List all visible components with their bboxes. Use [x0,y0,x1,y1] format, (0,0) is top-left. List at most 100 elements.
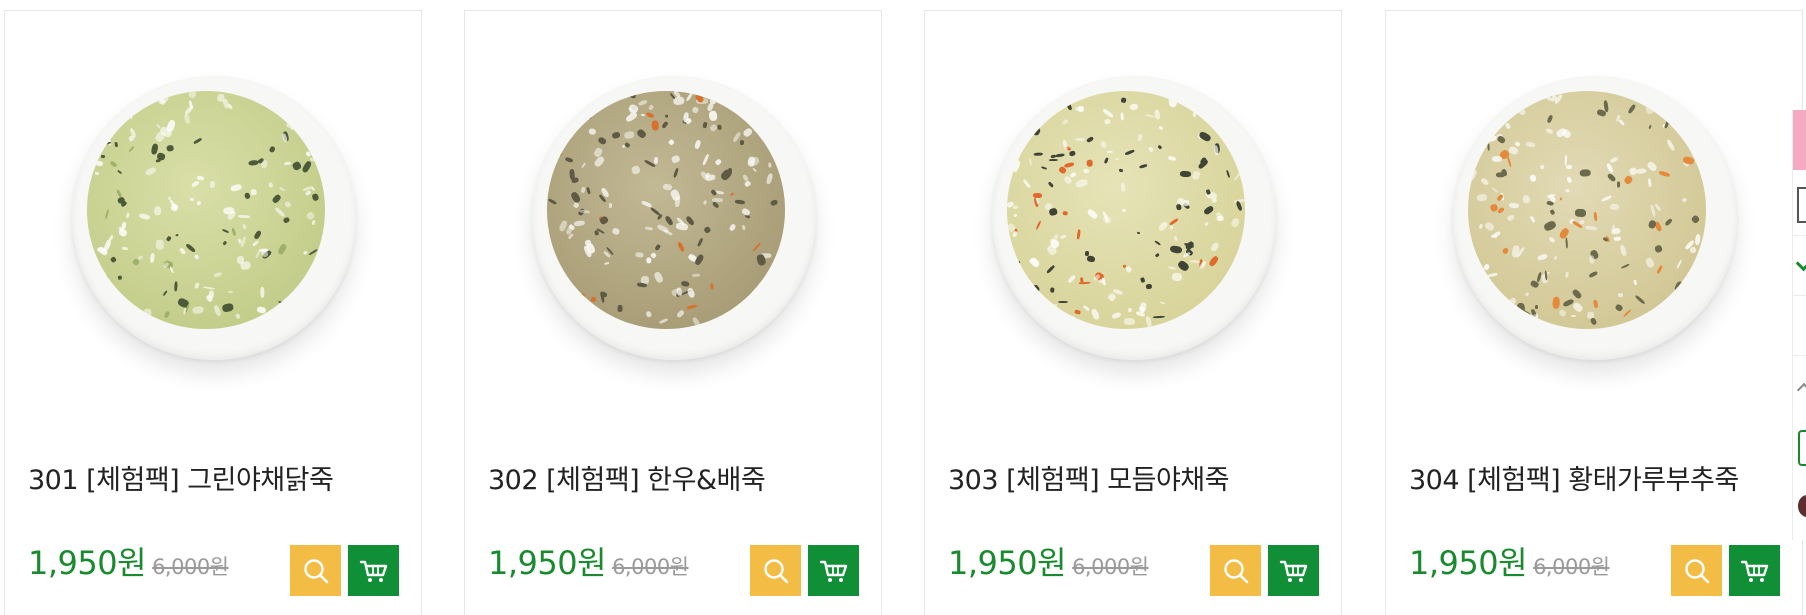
porridge-grain [148,252,155,264]
porridge-grain [1074,138,1086,142]
porridge-grain [1614,303,1624,313]
product-image[interactable] [524,68,824,368]
porridge-grain [739,139,744,146]
porridge-grain [1664,120,1670,129]
porridge-grain [598,215,610,226]
quick-menu-green-icon[interactable] [1798,430,1806,466]
magnifier-icon [303,558,328,583]
add-to-cart-button[interactable] [1268,545,1319,596]
porridge-grain [1189,259,1200,264]
porridge-grain [658,318,668,325]
quick-menu-round-icon[interactable] [1798,495,1806,517]
cart-icon [1740,560,1768,582]
porridge-grain [228,290,234,294]
view-button[interactable] [1671,545,1722,596]
porridge-grain [1103,117,1112,125]
porridge-grain [1621,263,1631,270]
porridge-grain [1118,168,1125,173]
porridge-grain [1536,253,1549,262]
porridge-grain [1076,229,1081,240]
chevron-up-icon[interactable] [1796,382,1806,398]
porridge-grain [1120,97,1127,104]
product-card[interactable]: 303 [체험팩] 모듬야채죽 1,950원 6,000원 [924,10,1342,615]
porridge-grain [1048,158,1058,161]
porridge-grain [741,225,747,232]
porridge-grain [1654,203,1662,212]
product-card[interactable]: 301 [체험팩] 그린야채닭죽 1,950원 6,000원 [4,10,422,615]
product-image[interactable] [64,68,364,368]
porridge-grain [1588,256,1595,265]
porridge-grain [1655,265,1663,275]
porridge-grain [645,226,654,232]
porridge-grain [704,174,717,182]
quick-menu-top-tab[interactable] [1793,110,1806,170]
porridge-grain [1168,95,1177,108]
product-name[interactable]: 302 [체험팩] 한우&배죽 [488,458,766,497]
porridge-grain [1226,169,1231,179]
product-card[interactable]: 302 [체험팩] 한우&배죽 1,950원 6,000원 [464,10,882,615]
porridge-grain [162,289,169,296]
porridge-grain [1619,244,1627,257]
porridge-grain [558,318,569,326]
porridge-grain [234,313,241,320]
porridge-grain [1534,305,1538,310]
porridge-grain [1079,281,1091,284]
porridge-grain [194,282,201,290]
porridge-grain [1169,245,1183,255]
porridge-grain [1061,118,1070,126]
cart-icon [1279,560,1307,582]
quick-menu-icon-box[interactable] [1797,187,1806,223]
view-button[interactable] [1210,545,1261,596]
product-image[interactable] [1445,68,1745,368]
porridge-grain [1179,170,1191,177]
porridge-grain [1609,156,1619,164]
product-name[interactable]: 304 [체험팩] 황태가루부추죽 [1409,458,1739,497]
porridge-grain [311,219,316,226]
magnifier-icon [1223,558,1248,583]
porridge-grain [1147,146,1155,153]
porridge-grain [91,116,98,120]
porridge-grain [1476,298,1484,308]
porridge-grain [1617,292,1624,297]
porridge-grain [645,256,652,264]
porridge-grain [1048,180,1054,187]
add-to-cart-button[interactable] [348,545,399,596]
porridge-grain [1029,158,1033,166]
view-button[interactable] [750,545,801,596]
porridge-grain [1548,236,1556,244]
porridge-grain [1560,127,1572,139]
porridge-grain [260,158,269,169]
add-to-cart-button[interactable] [808,545,859,596]
porridge-grain [708,110,718,122]
porridge-grain [656,223,669,233]
product-image[interactable] [984,68,1284,368]
product-name[interactable]: 301 [체험팩] 그린야채닭죽 [28,458,334,497]
porridge-grain [691,273,700,278]
original-price: 6,000원 [152,555,229,579]
porridge-grain [221,228,230,234]
product-name[interactable]: 303 [체험팩] 모듬야채죽 [948,458,1230,497]
porridge-grain [1476,193,1488,203]
porridge-grain [1204,221,1210,227]
porridge-grain [248,159,260,166]
quick-menu-divider [1793,355,1806,356]
porridge-grain [250,188,258,195]
porridge-grain [125,212,131,219]
check-icon[interactable] [1795,255,1806,272]
porridge-grain [178,247,187,256]
view-button[interactable] [290,545,341,596]
porridge-grain [624,141,631,148]
porridge-grain [1501,246,1510,255]
product-card[interactable]: 304 [체험팩] 황태가루부추죽 1,950원 6,000원 [1385,10,1803,615]
porridge-grain [654,156,659,165]
porridge-grain [1505,122,1512,130]
porridge-grain [684,117,693,125]
porridge-grain [240,261,251,270]
porridge-grain [1124,318,1136,326]
add-to-cart-button[interactable] [1729,545,1780,596]
porridge-grain [1154,252,1160,258]
porridge-grain [1111,311,1122,320]
porridge-grain [1496,171,1506,178]
sale-price: 1,950원 [948,544,1067,582]
porridge-grain [552,152,562,156]
